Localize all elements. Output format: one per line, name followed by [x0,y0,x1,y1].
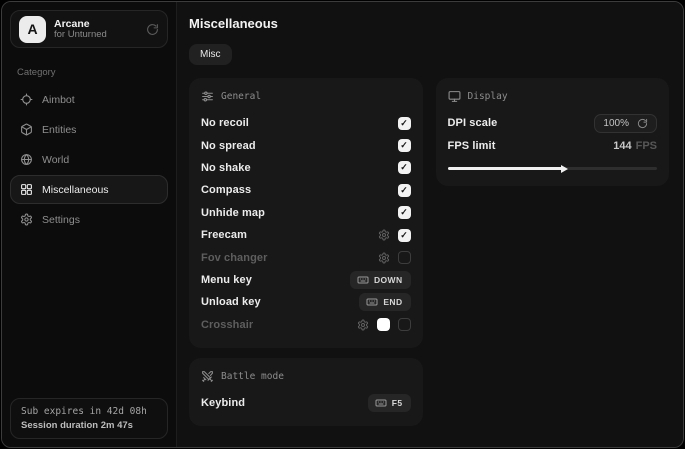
setting-label: Unload key [201,296,261,308]
keybind-badge[interactable]: F5 [368,394,411,412]
checkbox[interactable] [398,251,411,264]
setting-row: No shake [201,157,411,179]
refresh-icon[interactable] [637,118,648,129]
panel-display: Display DPI scale 100% FPS limit 144 FPS [436,78,670,186]
refresh-icon[interactable] [146,23,159,36]
setting-label: Menu key [201,274,252,286]
setting-label: FPS limit [448,140,496,152]
brand-name: Arcane [54,18,107,30]
setting-label: Fov changer [201,252,268,264]
sidebar-item-label: Settings [42,214,80,226]
tab-misc[interactable]: Misc [189,44,232,65]
brand-card: A Arcane for Unturned [10,10,168,48]
setting-row: Fov changer [201,246,411,268]
checkbox[interactable] [398,206,411,219]
panel-title: Battle mode [221,371,284,382]
setting-label: Freecam [201,229,247,241]
setting-row: FPS limit 144 FPS [448,134,658,156]
setting-row: Keybind F5 [201,392,411,414]
gear-icon[interactable] [357,319,369,331]
sidebar-item-label: Aimbot [42,94,75,106]
setting-label: No spread [201,140,256,152]
gear-icon [20,213,33,226]
setting-row: Unhide map [201,202,411,224]
setting-row: Freecam [201,224,411,246]
setting-label: Unhide map [201,207,265,219]
category-label: Category [17,67,161,78]
keyboard-icon [375,397,387,409]
sidebar-nav: Aimbot Entities World Miscellaneous Settings [2,85,176,234]
sidebar-item-label: Entities [42,124,76,136]
setting-row: Unload key END [201,291,411,313]
brand-subtitle: for Unturned [54,30,107,41]
page-title: Miscellaneous [189,16,669,31]
slider-fill [448,167,563,170]
sidebar-item-aimbot[interactable]: Aimbot [10,85,168,114]
keyboard-icon [357,274,369,286]
setting-row: Compass [201,179,411,201]
setting-row: No spread [201,134,411,156]
value-number: 144 [613,140,631,152]
gear-icon[interactable] [378,229,390,241]
panel-general: General No recoil No spread No shake Compas… [189,78,423,348]
sidebar-item-miscellaneous[interactable]: Miscellaneous [10,175,168,204]
checkbox[interactable] [398,139,411,152]
subscription-expiry: Sub expires in 42d 08h [21,406,157,417]
brand-logo: A [19,16,46,43]
subscription-card: Sub expires in 42d 08h Session duration … [10,398,168,439]
keybind-value: END [383,297,402,307]
setting-row: Crosshair [201,314,411,336]
gear-icon[interactable] [378,252,390,264]
entities-icon [20,123,33,136]
swords-icon [201,370,214,383]
sliders-icon [201,90,214,103]
slider-thumb[interactable] [561,165,568,173]
panel-title: General [221,91,261,102]
checkbox[interactable] [398,117,411,130]
keybind-badge[interactable]: DOWN [350,271,411,289]
badge-value: 100% [603,118,629,129]
keybind-value: DOWN [374,275,403,285]
keybind-badge[interactable]: END [359,293,410,311]
setting-row: Menu key DOWN [201,269,411,291]
setting-label: Keybind [201,397,245,409]
checkbox[interactable] [398,318,411,331]
session-duration: Session duration 2m 47s [21,420,157,431]
sidebar: A Arcane for Unturned Category Aimbot Ent… [2,2,177,447]
setting-row: No recoil [201,112,411,134]
setting-label: DPI scale [448,117,498,129]
setting-label: No shake [201,162,251,174]
app-window: A Arcane for Unturned Category Aimbot Ent… [1,1,684,448]
keyboard-icon [366,296,378,308]
main-content: Miscellaneous Misc General No recoil No s… [177,2,683,447]
setting-row: DPI scale 100% [448,112,658,134]
setting-label: Compass [201,184,251,196]
sidebar-item-label: World [42,154,69,166]
panel-battle-mode: Battle mode Keybind F5 [189,358,423,426]
keybind-value: F5 [392,398,403,408]
checkbox[interactable] [398,229,411,242]
value-unit: FPS [636,140,657,152]
color-swatch[interactable] [377,318,390,331]
fps-limit-slider[interactable] [448,164,658,174]
crosshair-icon [20,93,33,106]
sidebar-item-world[interactable]: World [10,145,168,174]
monitor-icon [448,90,461,103]
value-badge[interactable]: 100% [594,114,657,133]
slider-value: 144 FPS [613,140,657,152]
setting-label: No recoil [201,117,249,129]
panel-title: Display [468,91,508,102]
sidebar-item-label: Miscellaneous [42,184,109,196]
setting-label: Crosshair [201,319,253,331]
checkbox[interactable] [398,184,411,197]
sidebar-item-entities[interactable]: Entities [10,115,168,144]
grid-icon [20,183,33,196]
sidebar-item-settings[interactable]: Settings [10,205,168,234]
globe-icon [20,153,33,166]
checkbox[interactable] [398,161,411,174]
